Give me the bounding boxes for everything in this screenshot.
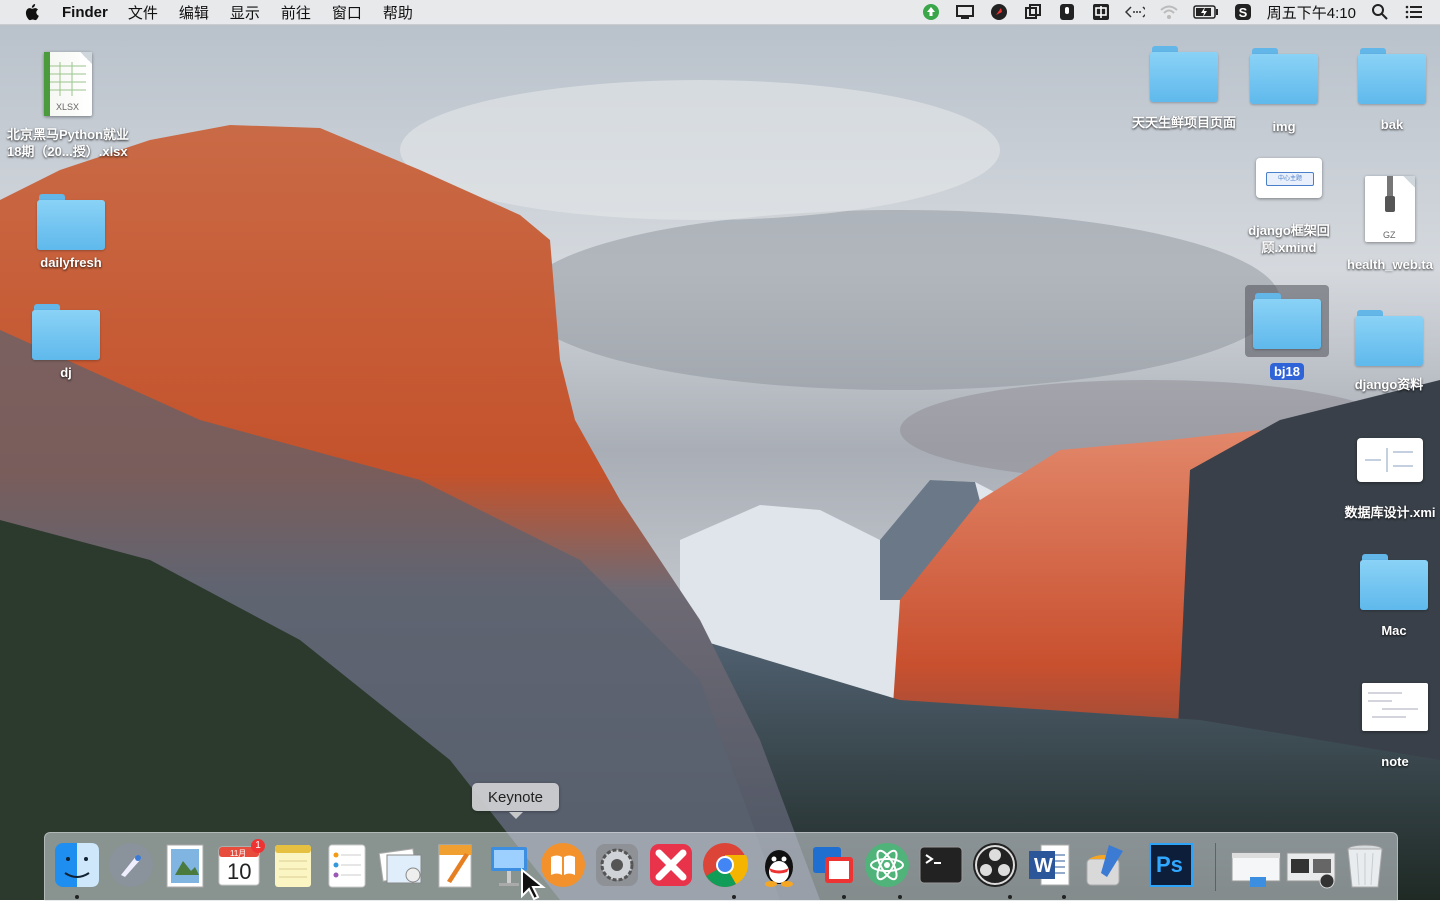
dock-tooltip: Keynote: [472, 783, 559, 819]
upload-arrow-icon[interactable]: [921, 3, 941, 21]
dock-reminders-icon[interactable]: [323, 841, 371, 889]
document-label-note: note: [1381, 754, 1409, 769]
desktop-item-health-web[interactable]: GZ health_web.ta: [1340, 176, 1440, 273]
folder-label-dailyfresh: dailyfresh: [40, 255, 102, 270]
photoshop-letters: Ps: [1156, 852, 1183, 877]
code-brackets-icon[interactable]: [1124, 3, 1145, 21]
folder-icon: [1250, 48, 1318, 104]
input-method-icon[interactable]: [1091, 3, 1111, 21]
folder-label-bak: bak: [1380, 117, 1404, 132]
desktop-item-db-design[interactable]: 数据库设计.xmi: [1340, 438, 1440, 521]
xmind-file-icon: [1357, 438, 1423, 482]
folder-icon: [37, 194, 105, 250]
menu-edit[interactable]: 编辑: [179, 2, 209, 23]
svg-text:S: S: [1238, 5, 1247, 20]
xlsx-label-line1: 北京黑马Python就业: [6, 127, 130, 142]
dock-pages-icon[interactable]: [431, 841, 479, 889]
dock-system-preferences-icon[interactable]: [593, 841, 641, 889]
dock-qq-icon[interactable]: [755, 841, 803, 889]
gz-tag: GZ: [1383, 230, 1396, 240]
dock-trash-icon[interactable]: [1341, 841, 1389, 889]
desktop-item-dailyfresh[interactable]: dailyfresh: [6, 194, 136, 271]
xlsx-tag: XLSX: [56, 102, 80, 112]
menu-file[interactable]: 文件: [128, 2, 158, 23]
gz-archive-icon: GZ: [1365, 176, 1415, 242]
apple-menu-icon[interactable]: [0, 3, 62, 21]
dock-photos-icon[interactable]: [377, 841, 425, 889]
battery-icon[interactable]: [1193, 3, 1219, 21]
dock-notes-icon[interactable]: [269, 841, 317, 889]
calendar-day: 10: [227, 859, 252, 884]
desktop-item-bak[interactable]: bak: [1327, 48, 1440, 133]
mouse-cursor-icon: [521, 868, 546, 900]
calendar-badge: 1: [251, 839, 265, 853]
app-name-finder[interactable]: Finder: [62, 4, 108, 21]
list-icon[interactable]: [1404, 3, 1424, 21]
dock-atom-icon[interactable]: [863, 841, 911, 889]
dock-minimized-window-icon[interactable]: [1285, 841, 1337, 889]
menu-bar: Finder 文件 编辑 显示 前往 窗口 帮助 S 周五下午4:10: [0, 0, 1440, 25]
menu-go[interactable]: 前往: [281, 2, 311, 23]
dock-sublime-icon[interactable]: [1079, 841, 1127, 889]
document-thumbnail-icon: [1362, 683, 1428, 731]
desktop-item-dj[interactable]: dj: [1, 304, 131, 381]
microphone-icon[interactable]: [1057, 3, 1077, 21]
xmind-label-db-design: 数据库设计.xmi: [1344, 505, 1436, 520]
xmind-label-line1: django框架回: [1248, 223, 1330, 238]
dock-terminal-icon[interactable]: [917, 841, 965, 889]
menubar-clock[interactable]: 周五下午4:10: [1267, 2, 1356, 23]
dock-word-icon[interactable]: W: [1025, 841, 1073, 889]
rocket-icon[interactable]: [989, 3, 1009, 21]
dock-xmind-icon[interactable]: [647, 841, 695, 889]
dock-obs-icon[interactable]: [971, 841, 1019, 889]
folder-label-bj18: bj18: [1269, 363, 1304, 380]
dock-minimized-window-icon[interactable]: [1230, 841, 1282, 889]
desktop-item-bj18[interactable]: bj18: [1222, 285, 1352, 380]
folder-icon: [1355, 310, 1423, 366]
dock: 11月 10 1 W Ps: [44, 832, 1398, 901]
dock-separator: [1215, 843, 1216, 891]
menu-view[interactable]: 显示: [230, 2, 260, 23]
dock-chrome-icon[interactable]: [701, 841, 749, 889]
screen-capture-icon[interactable]: [1023, 3, 1043, 21]
folder-icon: [32, 304, 100, 360]
folder-icon: [1253, 293, 1321, 349]
menu-window[interactable]: 窗口: [332, 2, 362, 23]
dock-preview-icon[interactable]: [161, 841, 209, 889]
folder-label-mac: Mac: [1381, 623, 1407, 638]
desktop-item-mac[interactable]: Mac: [1329, 554, 1440, 639]
gz-label-health-web: health_web.ta: [1347, 257, 1433, 272]
desktop-item-django-xmind[interactable]: 中心主题 django框架回 顾.xmind: [1224, 158, 1354, 256]
xmind-label-line2: 顾.xmind: [1261, 240, 1317, 255]
dock-launchpad-icon[interactable]: [107, 841, 155, 889]
folder-icon: [1358, 48, 1426, 104]
desktop-item-django-ziliao[interactable]: django资料: [1338, 310, 1440, 393]
selection-highlight: [1245, 285, 1329, 357]
search-icon[interactable]: [1370, 3, 1390, 21]
monitor-icon[interactable]: [955, 3, 975, 21]
xlsx-file-icon: XLSX: [44, 52, 92, 116]
folder-label-django-ziliao: django资料: [1354, 377, 1424, 392]
folder-label-dj: dj: [60, 365, 72, 380]
desktop-wallpaper: [0, 0, 1440, 900]
dock-finder-icon[interactable]: [53, 841, 101, 889]
dock-teamviewer-icon[interactable]: [809, 841, 857, 889]
xmind-file-icon: 中心主题: [1256, 158, 1322, 198]
desktop-item-note[interactable]: note: [1330, 683, 1440, 770]
folder-label-img: img: [1272, 119, 1296, 134]
folder-icon: [1360, 554, 1428, 610]
sogou-icon[interactable]: S: [1233, 3, 1253, 21]
wifi-icon[interactable]: [1159, 3, 1179, 21]
desktop-item-xlsx[interactable]: XLSX 北京黑马Python就业 18期（20...授）.xlsx: [3, 52, 133, 160]
xmind-thumb-topic: 中心主题: [1266, 172, 1314, 186]
xlsx-label-line2: 18期（20...授）.xlsx: [6, 144, 128, 159]
word-letter: W: [1034, 855, 1053, 877]
calendar-month: 11月: [230, 849, 247, 858]
menu-help[interactable]: 帮助: [383, 2, 413, 23]
dock-calendar-icon[interactable]: 11月 10 1: [215, 839, 265, 889]
folder-icon: [1150, 46, 1218, 102]
dock-photoshop-icon[interactable]: Ps: [1147, 841, 1195, 889]
